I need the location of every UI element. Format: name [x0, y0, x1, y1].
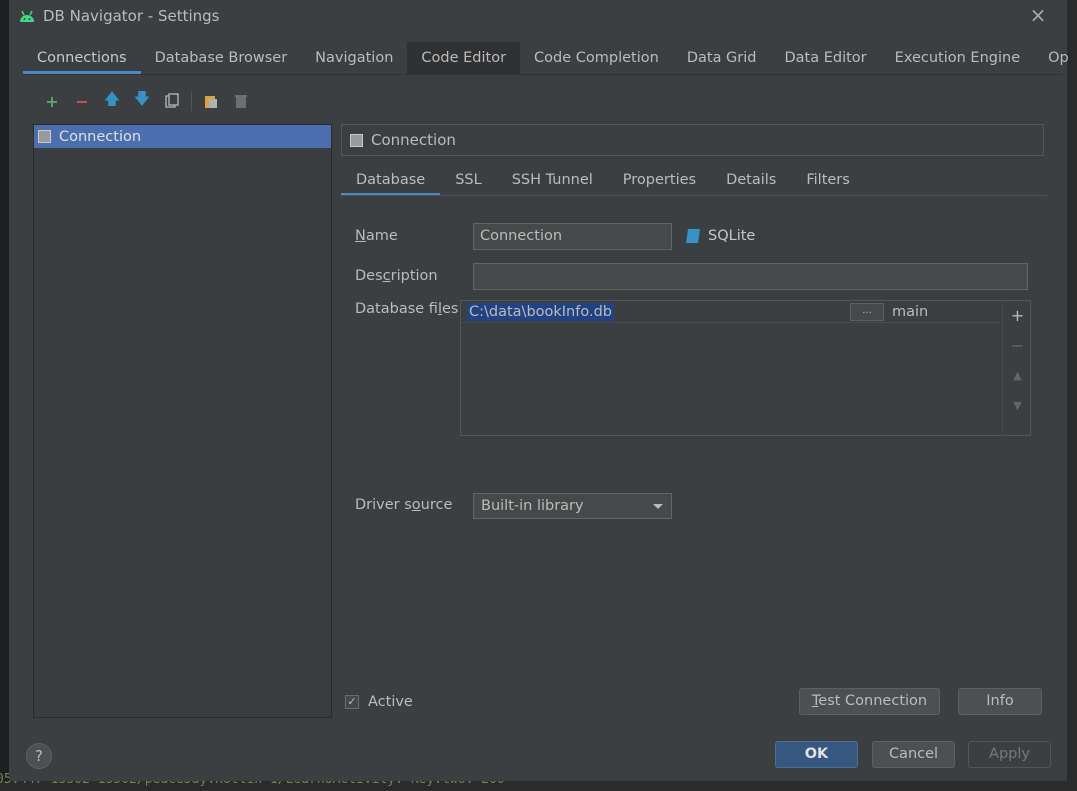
- settings-dialog: DB Navigator - Settings × Connections Da…: [9, 0, 1069, 781]
- db-type-indicator: SQLite: [686, 228, 756, 244]
- files-controls: + − ▲ ▼: [1002, 301, 1031, 436]
- connection-header: Connection: [341, 124, 1044, 156]
- name-label: Name: [355, 228, 398, 244]
- tab-data-grid[interactable]: Data Grid: [673, 42, 771, 74]
- driver-source-label: Driver source: [355, 497, 453, 513]
- connections-list: Connection: [33, 124, 332, 718]
- database-files-table: C:\data\bookInfo.db ... main + − ▲ ▼: [460, 300, 1031, 436]
- info-button[interactable]: Info: [958, 688, 1042, 715]
- db-type-label: SQLite: [708, 228, 756, 244]
- tab-database-browser[interactable]: Database Browser: [141, 42, 302, 74]
- driver-source-value: Built-in library: [481, 498, 584, 514]
- minus-icon: −: [75, 91, 89, 111]
- tab-filters[interactable]: Filters: [791, 166, 864, 196]
- sqlite-icon: [686, 229, 700, 243]
- triangle-up-icon: ▲: [1013, 369, 1022, 382]
- help-button[interactable]: ?: [26, 743, 52, 769]
- table-row[interactable]: C:\data\bookInfo.db ... main: [461, 301, 1001, 323]
- arrow-down-icon: 🡇: [133, 88, 151, 108]
- move-file-down-button[interactable]: ▼: [1003, 391, 1032, 421]
- move-down-button[interactable]: 🡇: [127, 88, 157, 112]
- question-icon: ?: [35, 747, 43, 765]
- tab-ssl[interactable]: SSL: [440, 166, 497, 196]
- name-field[interactable]: Connection: [473, 223, 672, 250]
- list-item-label: Connection: [59, 128, 142, 145]
- tab-navigation[interactable]: Navigation: [301, 42, 407, 74]
- database-files-label: Database files: [355, 301, 459, 317]
- active-label: Active: [368, 694, 413, 710]
- tab-database[interactable]: Database: [341, 166, 441, 196]
- copy-button[interactable]: [157, 90, 187, 112]
- apply-button[interactable]: Apply: [968, 741, 1051, 768]
- remove-button[interactable]: −: [67, 90, 97, 112]
- cancel-button[interactable]: Cancel: [872, 741, 955, 768]
- triangle-down-icon: ▼: [1013, 399, 1022, 412]
- title-bar: DB Navigator - Settings ×: [9, 0, 1067, 34]
- move-file-up-button[interactable]: ▲: [1003, 361, 1032, 391]
- dropdown-arrow-icon: [653, 504, 663, 509]
- trash-icon: [235, 95, 247, 108]
- tab-code-editor[interactable]: Code Editor: [407, 42, 521, 74]
- checkmark-icon: ✓: [345, 695, 359, 709]
- tab-overflow[interactable]: Op: [1034, 42, 1077, 74]
- connection-header-title: Connection: [371, 131, 456, 149]
- tab-properties[interactable]: Properties: [608, 166, 711, 196]
- database-file-path[interactable]: C:\data\bookInfo.db: [467, 303, 614, 321]
- remove-file-button[interactable]: −: [1003, 331, 1032, 361]
- android-icon: [20, 10, 34, 22]
- toolbar-separator: [191, 91, 192, 111]
- tab-execution-engine[interactable]: Execution Engine: [881, 42, 1034, 74]
- plus-icon: +: [45, 91, 59, 111]
- description-label: Description: [355, 268, 438, 284]
- database-icon: [350, 133, 363, 147]
- database-schema[interactable]: main: [892, 303, 928, 321]
- plus-icon: +: [1010, 306, 1025, 325]
- arrow-up-icon: 🡅: [103, 88, 121, 108]
- subtabs-divider: [341, 195, 1047, 196]
- connection-subtabs: Database SSL SSH Tunnel Properties Detai…: [341, 166, 865, 196]
- background-ide: [0, 0, 9, 791]
- close-button[interactable]: ×: [1029, 3, 1047, 27]
- tab-ssh-tunnel[interactable]: SSH Tunnel: [497, 166, 608, 196]
- tabs-divider: [23, 74, 1063, 75]
- add-button[interactable]: +: [37, 90, 67, 112]
- copy-icon: [165, 93, 179, 108]
- browse-button[interactable]: ...: [850, 303, 884, 321]
- ok-button[interactable]: OK: [775, 741, 858, 768]
- tab-code-completion[interactable]: Code Completion: [520, 42, 673, 74]
- add-file-button[interactable]: +: [1003, 301, 1032, 331]
- move-up-button[interactable]: 🡅: [97, 88, 127, 112]
- window-title: DB Navigator - Settings: [43, 7, 220, 25]
- delete-button[interactable]: [226, 90, 256, 112]
- driver-source-select[interactable]: Built-in library: [473, 493, 672, 519]
- database-icon: [38, 130, 51, 143]
- description-field[interactable]: [473, 263, 1028, 290]
- close-icon: ×: [1029, 3, 1047, 27]
- tab-overflow-label: Op: [1048, 50, 1069, 66]
- test-connection-button[interactable]: Test Connection: [799, 688, 940, 715]
- tab-connections[interactable]: Connections: [23, 42, 141, 74]
- active-checkbox[interactable]: ✓ Active: [345, 694, 413, 710]
- connections-toolbar: + − 🡅 🡇: [37, 88, 256, 112]
- paste-button[interactable]: [196, 90, 226, 112]
- list-item[interactable]: Connection: [34, 125, 331, 148]
- minus-icon: −: [1010, 336, 1025, 355]
- settings-tabs: Connections Database Browser Navigation …: [23, 42, 1077, 74]
- tab-details[interactable]: Details: [711, 166, 791, 196]
- paste-icon: [205, 96, 217, 108]
- tab-data-editor[interactable]: Data Editor: [771, 42, 881, 74]
